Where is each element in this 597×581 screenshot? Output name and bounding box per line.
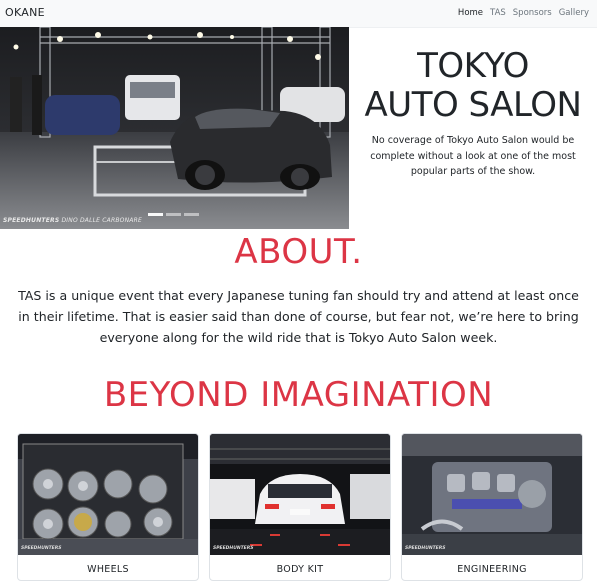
card-image-wheels: SPEEDHUNTERS bbox=[18, 434, 198, 555]
about-heading: ABOUT. bbox=[234, 232, 363, 272]
card-engineering[interactable]: SPEEDHUNTERS ENGINEERING bbox=[401, 433, 583, 581]
hero-title-line2: AUTO SALON bbox=[364, 85, 582, 125]
hero-title: TOKYO AUTO SALON bbox=[349, 47, 597, 125]
nav-link-home[interactable]: Home bbox=[458, 8, 483, 18]
wheels-photo bbox=[18, 434, 198, 555]
brand-logo[interactable]: OKANE bbox=[5, 6, 45, 19]
card-title-body-kit: BODY KIT bbox=[276, 564, 324, 575]
hero-carousel-image[interactable]: SPEEDHUNTERS DINO DALLE CARBONARE bbox=[0, 27, 349, 229]
hero-subtitle: No coverage of Tokyo Auto Salon would be… bbox=[370, 135, 576, 177]
card-title-engineering: ENGINEERING bbox=[457, 564, 527, 575]
carousel-indicator-2[interactable] bbox=[166, 213, 181, 216]
nav-link-sponsors[interactable]: Sponsors bbox=[513, 8, 552, 18]
hero-text: TOKYO AUTO SALON No coverage of Tokyo Au… bbox=[349, 27, 597, 180]
card-body-kit[interactable]: SPEEDHUNTERS BODY KIT bbox=[209, 433, 391, 581]
engineering-photo bbox=[402, 434, 582, 555]
card-watermark: SPEEDHUNTERS bbox=[21, 546, 62, 551]
watermark-credit: DINO DALLE CARBONARE bbox=[61, 217, 142, 224]
navbar: OKANE Home TAS Sponsors Gallery bbox=[0, 0, 597, 28]
card-image-engineering: SPEEDHUNTERS bbox=[402, 434, 582, 555]
nav-link-gallery[interactable]: Gallery bbox=[559, 8, 589, 18]
nav-links: Home TAS Sponsors Gallery bbox=[451, 8, 589, 18]
about-body: TAS is a unique event that every Japanes… bbox=[18, 288, 579, 345]
carousel-indicator-3[interactable] bbox=[184, 213, 199, 216]
beyond-heading: BEYOND IMAGINATION bbox=[103, 375, 494, 415]
card-image-body-kit: SPEEDHUNTERS bbox=[210, 434, 390, 555]
hero-car-photo bbox=[0, 27, 349, 229]
carousel-indicators bbox=[148, 213, 199, 216]
card-title-wheels: WHEELS bbox=[87, 564, 129, 575]
card-wheels[interactable]: SPEEDHUNTERS WHEELS bbox=[17, 433, 199, 581]
nav-link-tas[interactable]: TAS bbox=[490, 8, 506, 18]
card-watermark: SPEEDHUNTERS bbox=[213, 546, 254, 551]
hero-title-line1: TOKYO bbox=[417, 46, 529, 86]
body-kit-photo bbox=[210, 434, 390, 555]
card-watermark: SPEEDHUNTERS bbox=[405, 546, 446, 551]
watermark-brand: SPEEDHUNTERS bbox=[3, 217, 60, 224]
carousel-indicator-1[interactable] bbox=[148, 213, 163, 216]
photo-watermark: SPEEDHUNTERS DINO DALLE CARBONARE bbox=[3, 217, 142, 224]
